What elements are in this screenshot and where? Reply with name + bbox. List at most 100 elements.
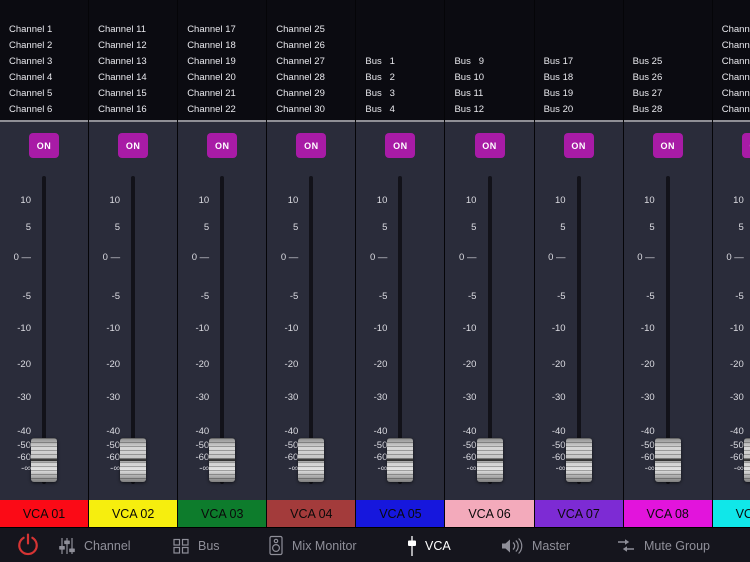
fader-area: ON 10 5 0 — -5 -10 -20 -30 -40 -50-60-∞ — [356, 122, 445, 500]
converging-arrows-icon — [616, 537, 636, 554]
db-scale-label: 10 — [198, 195, 210, 206]
fader-handle[interactable] — [743, 438, 750, 482]
assigned-source-label: Channel 19 — [187, 56, 236, 67]
db-scale-label: -10 — [106, 323, 121, 334]
fader-handle[interactable] — [565, 438, 592, 482]
db-scale-label: -∞ — [644, 463, 655, 474]
db-scale-label: -5 — [735, 291, 744, 302]
db-scale-label: 5 — [203, 222, 210, 233]
db-scale-label: -50 — [551, 440, 566, 451]
db-scale-label: -∞ — [466, 463, 477, 474]
vca-name-label[interactable]: VCA 09 — [712, 500, 750, 527]
fader-area: ON 10 5 0 — -5 -10 -20 -30 -40 -50-60-∞ — [445, 122, 534, 500]
db-scale-label: -30 — [17, 392, 31, 403]
db-scale-label: 0 — — [459, 252, 477, 263]
vca-name-label[interactable]: VCA 08 — [623, 500, 712, 527]
db-scale-label: -5 — [557, 291, 566, 302]
vca-name-label[interactable]: VCA 06 — [445, 500, 534, 527]
assigned-source-label: Bus 4 — [365, 104, 395, 115]
db-scale-label: -30 — [284, 392, 299, 403]
db-scale-label: -40 — [195, 426, 210, 437]
tab-bus-label: Bus — [198, 538, 220, 553]
power-button[interactable] — [16, 533, 40, 557]
db-scale-label: -30 — [195, 392, 210, 403]
db-scale-label: -40 — [106, 426, 121, 437]
db-scale-label: -30 — [106, 392, 121, 403]
db-scale-label: -60 — [640, 452, 655, 463]
tab-mix-monitor[interactable]: Mix Monitor — [268, 528, 357, 562]
assignment-list: Bus 1 Bus 2 Bus 3 Bus 4 — [356, 0, 445, 122]
vca-strips-container: Channel 1 Channel 2 Channel 3 Channel 4 Chan… — [0, 0, 750, 527]
vca-name-label[interactable]: VCA 05 — [356, 500, 445, 527]
on-button[interactable]: ON — [474, 133, 505, 158]
db-scale-label: -10 — [17, 323, 31, 334]
tab-channel-label: Channel — [84, 538, 131, 553]
vca-name-label[interactable]: VCA 07 — [534, 500, 623, 527]
assigned-source-label: Channel 25 — [276, 24, 325, 35]
assigned-source-label: Bus 27 — [632, 88, 663, 99]
speaker-cabinet-icon — [268, 535, 284, 556]
assigned-source-label: Bus 20 — [543, 104, 574, 115]
db-scale-label: -10 — [640, 323, 655, 334]
fader-area: ON 10 5 0 — -5 -10 -20 -30 -40 -50-60-∞ — [534, 122, 623, 500]
assigned-source-label: Channel 20 — [187, 72, 236, 83]
on-button[interactable]: ON — [563, 133, 594, 158]
db-scale-label: 5 — [649, 222, 655, 233]
assigned-source-label: Bus 25 — [632, 56, 663, 67]
db-scale-label: -50 — [730, 440, 744, 451]
fader-area: ON 10 5 0 — -5 -10 -20 -30 -40 -50-60-∞ — [89, 122, 178, 500]
power-icon — [16, 533, 40, 560]
db-scale-label: -5 — [289, 291, 299, 302]
on-button[interactable]: ON — [385, 133, 416, 158]
assigned-source-label: Chann — [721, 40, 750, 51]
db-scale-label: -∞ — [199, 463, 210, 474]
fader-handle[interactable] — [209, 438, 236, 482]
tab-vca[interactable]: VCA — [407, 528, 451, 562]
vca-name-label[interactable]: VCA 01 — [0, 500, 89, 527]
db-scale-label: -20 — [106, 359, 121, 370]
mixer-app: Channel 1 Channel 2 Channel 3 Channel 4 Chan… — [0, 0, 750, 562]
db-scale-label: -60 — [373, 452, 388, 463]
db-scale-label: 5 — [382, 222, 388, 233]
db-scale-label: -40 — [640, 426, 655, 437]
on-button[interactable]: ON — [118, 133, 149, 158]
on-button[interactable]: ON — [296, 133, 327, 158]
fader-handle[interactable] — [298, 438, 325, 482]
fader-handle[interactable] — [654, 438, 681, 482]
assigned-source-label: Channel 2 — [9, 40, 53, 51]
fader-handle[interactable] — [387, 438, 414, 482]
db-scale-label: -20 — [551, 359, 566, 370]
vca-strip: Bus 1 Bus 2 Bus 3 Bus 4 ON 10 5 0 — -5 -10 -20 -3… — [356, 0, 446, 527]
db-scale-label: -60 — [195, 452, 210, 463]
tab-bus[interactable]: Bus — [172, 528, 220, 562]
tab-mute-group[interactable]: Mute Group — [616, 528, 710, 562]
tab-master[interactable]: Master — [500, 528, 570, 562]
vca-name-label[interactable]: VCA 04 — [267, 500, 356, 527]
vca-name-label[interactable]: VCA 03 — [178, 500, 267, 527]
fader-handle[interactable] — [120, 438, 147, 482]
assigned-source-label: Chann — [721, 72, 750, 83]
vca-name-label[interactable]: VCA 02 — [89, 500, 178, 527]
db-scale-label: 0 — — [102, 252, 121, 263]
on-button[interactable]: ON — [652, 133, 683, 158]
tab-channel[interactable]: Channel — [58, 528, 131, 562]
db-scale-label: 10 — [554, 195, 566, 206]
on-button[interactable]: ON — [207, 133, 238, 158]
db-scale-label: -60 — [17, 452, 31, 463]
db-scale-label: -30 — [462, 392, 477, 403]
on-button[interactable]: ON — [741, 133, 750, 158]
fader-area: ON 10 5 0 — -5 -10 -20 -30 -40 -50-60-∞ — [623, 122, 712, 500]
db-scale-label: -10 — [551, 323, 566, 334]
assigned-source-label: Channel 18 — [187, 40, 236, 51]
db-scale-label: -40 — [17, 426, 31, 437]
fader-handle[interactable] — [476, 438, 503, 482]
fader-handle[interactable] — [31, 438, 58, 482]
db-scale-label: -50 — [373, 440, 388, 451]
assigned-source-label: Bus 26 — [632, 72, 663, 83]
on-button[interactable]: ON — [29, 133, 60, 158]
db-scale-label: -20 — [284, 359, 299, 370]
db-scale-label: -10 — [284, 323, 299, 334]
db-scale-label: -20 — [730, 359, 744, 370]
assigned-source-label: Channel 4 — [9, 72, 53, 83]
assigned-source-label: Channel 16 — [98, 104, 147, 115]
